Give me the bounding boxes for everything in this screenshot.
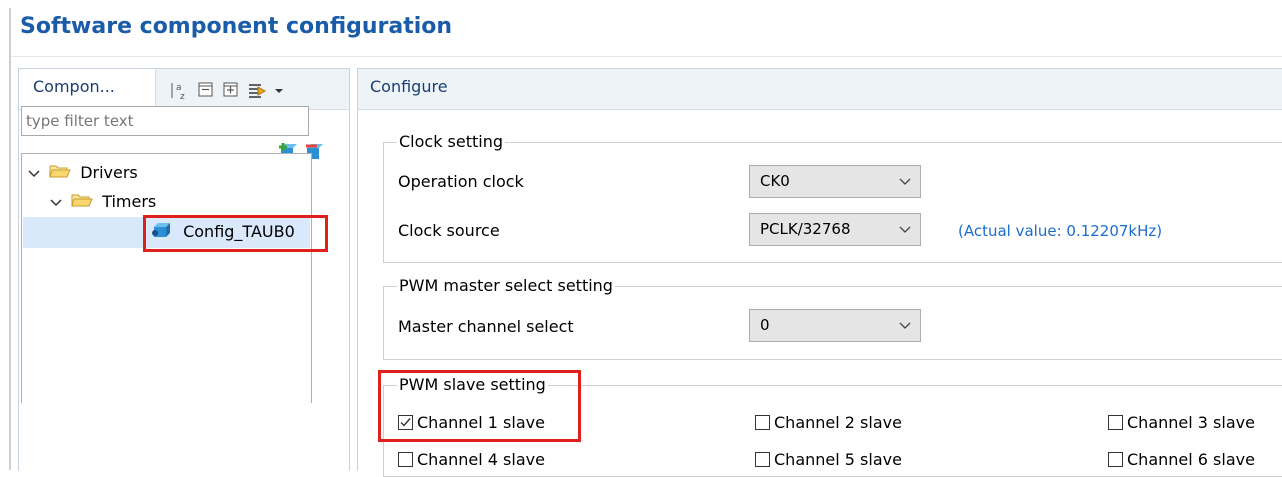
checkbox-unchecked-icon[interactable]	[1108, 415, 1123, 430]
chevron-down-icon[interactable]	[28, 162, 44, 186]
view-menu-icon[interactable]	[273, 81, 285, 99]
checkbox-unchecked-icon[interactable]	[398, 452, 413, 467]
tree-item-drivers[interactable]: Drivers	[28, 161, 138, 185]
tree-item-drivers-label: Drivers	[80, 163, 138, 182]
channel-3-slave-checkbox[interactable]: Channel 3 slave	[1108, 412, 1255, 434]
tab-components[interactable]: Compon...	[19, 69, 156, 109]
highlight-box-pwm-slave	[378, 370, 581, 442]
tree-item-timers-label: Timers	[102, 192, 157, 211]
master-channel-value: 0	[760, 316, 770, 334]
chevron-down-icon[interactable]	[50, 191, 66, 215]
chevron-down-icon	[898, 222, 912, 236]
channel-2-slave-label: Channel 2 slave	[774, 413, 902, 432]
svg-text:z: z	[180, 92, 185, 101]
channel-4-slave-label: Channel 4 slave	[417, 450, 545, 469]
configure-panel-header: Configure	[358, 69, 1282, 110]
clock-setting-legend: Clock setting	[397, 131, 506, 153]
channel-5-slave-checkbox[interactable]: Channel 5 slave	[755, 449, 902, 471]
tab-components-label: Compon...	[33, 77, 115, 96]
tab-configure[interactable]: Configure	[370, 77, 448, 96]
chevron-down-icon	[898, 318, 912, 332]
channel-4-slave-checkbox[interactable]: Channel 4 slave	[398, 449, 545, 471]
pwm-master-legend: PWM master select setting	[397, 275, 615, 297]
channel-2-slave-checkbox[interactable]: Channel 2 slave	[755, 412, 902, 434]
channel-5-slave-label: Channel 5 slave	[774, 450, 902, 469]
channel-3-slave-label: Channel 3 slave	[1127, 413, 1255, 432]
components-panel-header: Compon... az	[19, 69, 349, 110]
title-divider	[11, 56, 1282, 57]
checkbox-unchecked-icon[interactable]	[1108, 452, 1123, 467]
clock-source-select[interactable]: PCLK/32768	[749, 213, 921, 246]
folder-open-icon	[49, 162, 75, 186]
actual-value-text: (Actual value: 0.12207kHz)	[958, 222, 1163, 240]
component-tree: Drivers Timers Config_TAUB0	[21, 153, 328, 403]
configure-panel: Configure Clock setting Operation clock …	[357, 68, 1282, 477]
editor-left-border	[9, 8, 11, 470]
highlight-box-config-taub0	[143, 215, 328, 252]
folder-open-icon	[71, 191, 97, 215]
expand-all-icon[interactable]	[222, 81, 240, 99]
operation-clock-value: CK0	[760, 172, 790, 190]
chevron-down-icon	[898, 174, 912, 188]
operation-clock-label: Operation clock	[398, 172, 524, 191]
master-channel-select[interactable]: 0	[749, 309, 921, 342]
clock-source-value: PCLK/32768	[760, 220, 851, 238]
channel-6-slave-label: Channel 6 slave	[1127, 450, 1255, 469]
collapse-all-icon[interactable]	[197, 81, 215, 99]
master-channel-label: Master channel select	[398, 317, 574, 336]
clock-source-label: Clock source	[398, 221, 500, 240]
filter-input[interactable]	[21, 106, 309, 136]
filter-icon[interactable]	[247, 81, 271, 99]
operation-clock-select[interactable]: CK0	[749, 165, 921, 198]
tree-item-timers[interactable]: Timers	[50, 190, 156, 214]
page-title: Software component configuration	[20, 14, 453, 39]
checkbox-unchecked-icon[interactable]	[755, 415, 770, 430]
sort-az-icon[interactable]: az	[169, 81, 191, 102]
checkbox-unchecked-icon[interactable]	[755, 452, 770, 467]
channel-6-slave-checkbox[interactable]: Channel 6 slave	[1108, 449, 1255, 471]
